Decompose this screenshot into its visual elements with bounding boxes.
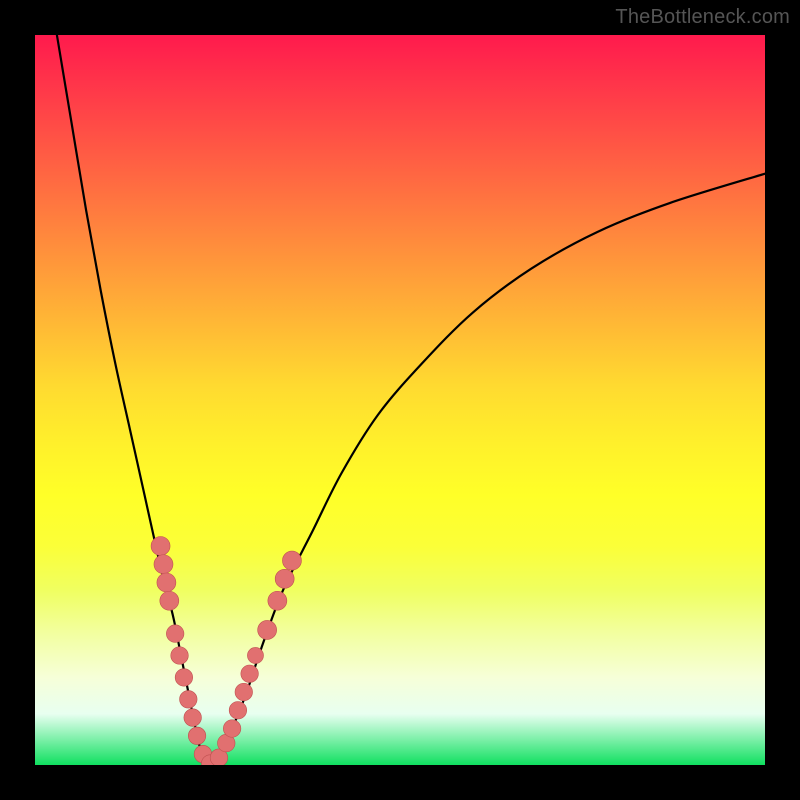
data-marker <box>160 591 179 610</box>
data-marker <box>180 691 198 709</box>
data-marker <box>275 569 294 588</box>
data-marker <box>247 647 263 663</box>
data-marker <box>175 669 193 687</box>
data-marker <box>258 620 277 639</box>
data-marker <box>151 537 170 556</box>
bottleneck-curve <box>57 35 765 765</box>
data-marker <box>166 625 184 643</box>
data-marker <box>154 555 173 574</box>
data-marker <box>268 591 287 610</box>
data-marker <box>229 701 247 719</box>
data-marker <box>241 665 259 683</box>
chart-svg <box>35 35 765 765</box>
data-marker <box>157 573 176 592</box>
watermark-text: TheBottleneck.com <box>615 6 790 29</box>
data-marker <box>223 720 241 738</box>
data-marker <box>282 551 301 570</box>
chart-plot-area <box>35 35 765 765</box>
marker-group <box>151 537 301 765</box>
data-marker <box>235 683 253 701</box>
data-marker <box>188 727 206 745</box>
data-marker <box>171 647 189 665</box>
data-marker <box>184 709 202 727</box>
